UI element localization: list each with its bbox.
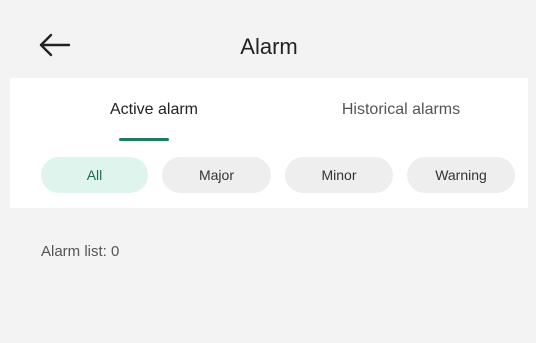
tab-historical-alarms[interactable]: Historical alarms — [316, 100, 486, 120]
filter-chip-major[interactable]: Major — [162, 157, 271, 193]
alarm-list-area: Alarm list: 0 — [10, 208, 528, 343]
tab-active-alarm[interactable]: Active alarm — [84, 100, 224, 120]
page-title: Alarm — [240, 34, 298, 59]
app-header: Alarm — [10, 10, 528, 78]
filter-chip-minor[interactable]: Minor — [285, 157, 393, 193]
tab-indicator — [119, 138, 169, 141]
alarm-list-count: Alarm list: 0 — [41, 243, 120, 260]
filter-chip-all[interactable]: All — [41, 157, 148, 193]
filter-chip-warning[interactable]: Warning — [407, 157, 515, 193]
alarm-panel: Active alarm Historical alarms All Major… — [10, 78, 528, 208]
